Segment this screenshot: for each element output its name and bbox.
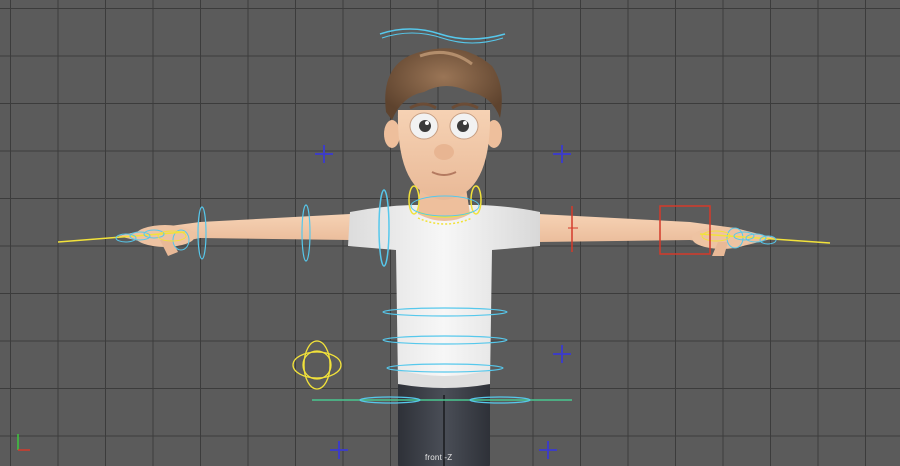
root-flower-control [292, 340, 342, 390]
axis-gizmo-icon [17, 434, 30, 451]
cross-locator-icon [553, 345, 571, 363]
character-shirt [348, 205, 540, 388]
cross-locator-icon [330, 441, 348, 459]
character-head [385, 48, 502, 200]
cross-locator-icon [539, 441, 557, 459]
camera-label: front -Z [425, 453, 453, 462]
maya-front-viewport[interactable]: front -Z [0, 0, 900, 466]
cross-locator-icon [315, 145, 333, 163]
rig-scene [57, 28, 831, 466]
character-hair [385, 48, 502, 120]
cross-locator-icon [553, 145, 571, 163]
